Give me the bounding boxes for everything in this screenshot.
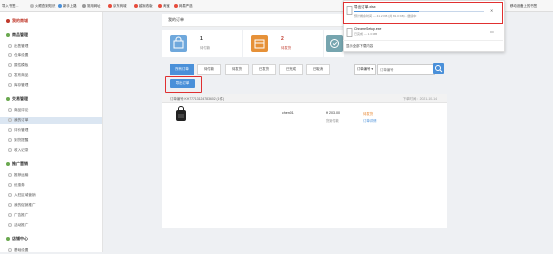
sidebar-item[interactable]: 入驻区域营销 [8,192,102,199]
summary-card[interactable]: 1 待付款 [162,30,242,57]
close-icon[interactable]: ✕ [490,8,493,13]
order-time: 下单时间：2021-10-14 [402,97,437,101]
tab-cancelled[interactable]: 已取消 [306,64,330,75]
download-filename[interactable]: 导出订单.xlsx [354,5,500,10]
circle-icon [134,4,138,9]
sidebar-header: 我的商城 [6,18,28,24]
summary-card[interactable]: 2 待发货 [243,30,323,57]
tab-all-orders[interactable]: 所有订单 [170,64,194,75]
card-number: 1 [200,36,203,42]
file-icon [346,28,354,37]
tab-shipped[interactable]: 已发货 [252,64,276,75]
jd-icon [108,4,112,9]
search-button[interactable] [433,63,444,74]
download-progress [354,11,484,12]
sidebar-item[interactable]: 基础设置 [8,247,102,254]
card-number: 2 [281,36,284,42]
tab-completed[interactable]: 已完成 [279,64,303,75]
section-title: 店铺中心 [6,236,28,242]
folder-icon [30,4,34,9]
order-price: ¥ 203.00 [326,111,340,115]
sidebar-item[interactable]: 评价管理 [8,127,102,134]
bookmark-item[interactable]: 网易严选 [174,3,193,9]
folder-icon [82,4,86,9]
tab-pending-payment[interactable]: 待付款 [197,64,221,75]
sidebar-item[interactable]: 收入记录 [8,147,102,154]
mobile-bookmarks[interactable]: 移动设备上的书签 [510,3,537,8]
order-header: 订单编号:KH77713124783602 (1件) 下单时间：2021-10-… [162,94,447,103]
sidebar-item[interactable]: 广告推广 [8,212,102,219]
sidebar-item[interactable]: 属性模板 [8,62,102,69]
download-meta: 预计剩余时间 — 41.2 KB (共 81.0 KB) - 继续中 [354,14,417,18]
sidebar-item[interactable]: 到货提醒 [8,137,102,144]
marketing-icon [6,161,10,166]
sidebar-item[interactable]: 库存管理 [8,82,102,89]
tab-pending-shipment[interactable]: 待发货 [225,64,249,75]
folder-icon[interactable]: ▭ [490,29,494,34]
page-title: 我的订单 [168,17,184,22]
card-label: 待付款 [200,46,211,50]
divider [343,40,503,41]
truck-icon [326,35,343,52]
store-icon [6,18,10,23]
bag-icon [170,35,187,52]
sidebar-item[interactable]: 推荐运输 [8,172,102,179]
order-detail-link[interactable]: 订单详情 [363,118,377,123]
netease-icon [174,4,178,9]
show-all-downloads-link[interactable]: 显示全部下载内容 [346,43,373,48]
bookmark-item[interactable]: 新手上路 [58,3,77,9]
download-meta: 已完成 — 1.3 MB [354,32,378,36]
sidebar-item-my-orders[interactable]: 我的订单 [0,117,102,124]
bookmark-item[interactable]: 常用网址 [82,3,101,9]
order-panel: 订单编号:KH77713124783602 (1件) 下单时间：2021-10-… [162,94,447,228]
bookmark-item[interactable]: 火眼查到知识 [30,3,55,9]
sidebar-item[interactable]: 商品评论 [8,107,102,114]
search-type-select[interactable]: 订单编号 ▾ [354,64,376,75]
bookmark-item[interactable]: 淘宝 [158,3,170,9]
sidebar-item[interactable]: 活动推广 [8,222,102,229]
order-number: 订单编号:KH77713124783602 (1件) [170,97,225,101]
section-title: 交易管理 [6,96,28,102]
bookmark-item[interactable]: 京东商城 [108,3,127,9]
bookmark-item[interactable]: 越狱改版 [134,3,153,9]
sidebar-item[interactable]: 发布商品 [8,72,102,79]
sidebar-item[interactable]: 仓库设置 [8,52,102,59]
card-label: 待发货 [281,46,292,50]
globe-icon [58,4,62,9]
store-center-icon [6,236,10,241]
buyer-name: chen01 [282,111,294,115]
payment-method: 货到付款 [326,119,339,123]
search-icon [435,65,443,73]
sidebar-item[interactable]: 优惠券 [8,182,102,189]
section-title: 推广营销 [6,161,28,167]
export-orders-button[interactable]: 导出订单 [170,79,195,88]
sidebar-item[interactable]: 我的促销推广 [8,202,102,209]
trade-icon [6,96,10,101]
file-icon [346,6,354,15]
summary-card[interactable] [324,30,344,57]
bookmark-item[interactable]: 导入书签... [2,3,18,8]
order-status: 待发货 [363,112,374,116]
product-thumbnail[interactable] [174,106,188,122]
box-icon [251,35,268,52]
sidebar-item[interactable]: 出售管理 [8,43,102,50]
sidebar: 我的商城 商品管理 出售管理 仓库设置 属性模板 发布商品 库存管理 交易管理 … [0,12,103,254]
search-input[interactable] [377,64,435,75]
download-filename[interactable]: ChromeSetup.exe [354,27,500,31]
product-icon [6,32,10,37]
taobao-icon [158,4,162,9]
section-title: 商品管理 [6,32,28,38]
